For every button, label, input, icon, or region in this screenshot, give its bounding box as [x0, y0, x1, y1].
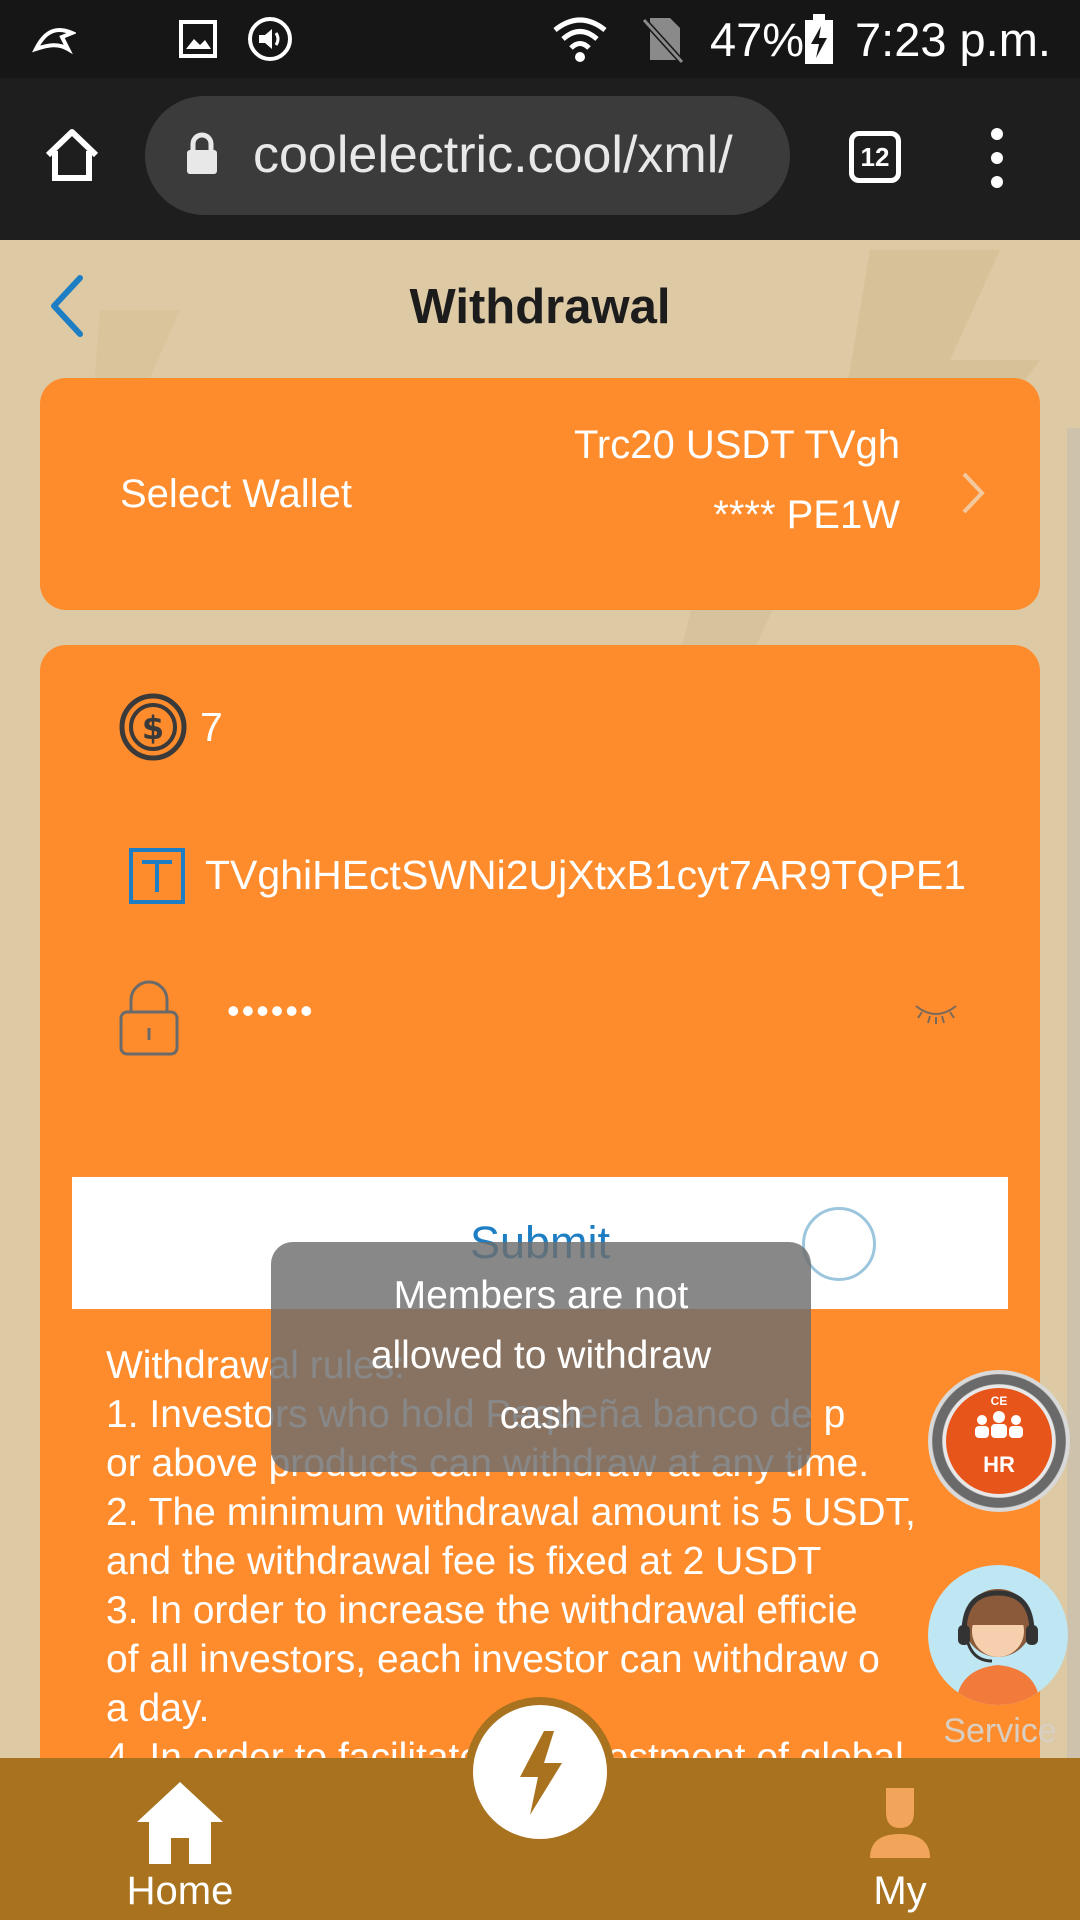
- back-button[interactable]: [40, 270, 100, 340]
- user-icon: [870, 1788, 930, 1858]
- password-input[interactable]: ••••••: [227, 966, 315, 1056]
- address-bar[interactable]: coolelectric.cool/xml/: [145, 96, 790, 215]
- support-agent-icon: [956, 1589, 1040, 1705]
- rules-line: 2. The minimum withdrawal amount is 5 US…: [106, 1491, 916, 1534]
- volume-icon: [247, 0, 293, 78]
- toast-line: cash: [499, 1394, 583, 1437]
- people-group-icon: [975, 1411, 1023, 1438]
- hr-floating-button[interactable]: CE HR: [928, 1370, 1070, 1512]
- home-icon[interactable]: [42, 127, 102, 188]
- loading-spinner: [802, 1207, 876, 1281]
- lock-icon: [185, 132, 219, 181]
- rules-line: and the withdrawal fee is fixed at 2 USD…: [106, 1540, 822, 1583]
- eye-closed-icon[interactable]: [912, 998, 960, 1028]
- nav-my-label: My: [873, 1869, 927, 1913]
- battery-percent: 47%: [710, 12, 805, 66]
- dollar-coin-icon: $: [119, 693, 187, 761]
- selected-wallet: Trc20 USDT TVgh **** PE1W: [574, 410, 900, 550]
- svg-text:$: $: [142, 709, 164, 747]
- wallet-address-input[interactable]: TVghiHEctSWNi2UjXtxB1cyt7AR9TQPE1: [205, 830, 966, 920]
- lightning-icon: [520, 1731, 562, 1815]
- toast-line: Members are not: [393, 1274, 689, 1317]
- wallet-masked-address: **** PE1W: [713, 493, 900, 537]
- rules-line: of all investors, each investor can with…: [106, 1638, 880, 1681]
- url-text: coolelectric.cool/xml/: [253, 126, 733, 184]
- customer-service-button[interactable]: [928, 1565, 1068, 1705]
- battery-charging-icon: [803, 0, 835, 78]
- hr-icon: CE HR: [946, 1388, 1052, 1494]
- no-sim-icon: [640, 0, 684, 78]
- app-notification-icon: [32, 0, 76, 78]
- wallet-name: Trc20 USDT TVgh: [573, 423, 900, 467]
- page-header: Withdrawal: [0, 240, 1080, 375]
- nav-my[interactable]: My: [820, 1758, 980, 1920]
- withdrawal-page: Withdrawal Select Wallet Trc20 USDT TVgh…: [0, 240, 1080, 1920]
- page-title: Withdrawal: [409, 280, 671, 334]
- wifi-icon: [553, 0, 607, 78]
- address-field[interactable]: TVghiHEctSWNi2UjXtxB1cyt7AR9TQPE1: [40, 830, 1040, 920]
- fab-inner: [473, 1705, 607, 1839]
- status-bar: 47% 7:23 p.m.: [0, 0, 1080, 78]
- select-wallet-label: Select Wallet: [120, 472, 352, 516]
- chevron-left-icon: [51, 275, 83, 337]
- amount-input[interactable]: 7: [200, 682, 223, 772]
- nav-home[interactable]: Home: [100, 1758, 260, 1920]
- hr-brand: CE: [990, 1394, 1008, 1408]
- clock-time: 7:23 p.m.: [855, 12, 1051, 66]
- browser-menu-icon[interactable]: [985, 128, 1009, 188]
- amount-field[interactable]: $ 7: [40, 682, 1040, 772]
- tab-switcher-button[interactable]: 12: [849, 131, 901, 183]
- chevron-right-icon: [962, 472, 985, 514]
- tron-t-icon: [129, 848, 185, 904]
- toast-message: Members are not allowed to withdraw cash: [271, 1242, 811, 1472]
- nav-home-label: Home: [126, 1869, 234, 1913]
- scrollbar[interactable]: [1067, 428, 1080, 1758]
- select-wallet-row[interactable]: Select Wallet Trc20 USDT TVgh **** PE1W: [40, 378, 1040, 610]
- home-icon: [137, 1782, 223, 1864]
- hr-label: HR: [983, 1452, 1015, 1477]
- service-label[interactable]: Service: [930, 1712, 1070, 1751]
- password-field[interactable]: ••••••: [40, 978, 1040, 1078]
- rules-line: 3. In order to increase the withdrawal e…: [106, 1589, 858, 1632]
- toast-line: allowed to withdraw: [370, 1334, 712, 1377]
- center-lightning-button[interactable]: [465, 1697, 615, 1847]
- image-icon: [178, 0, 218, 78]
- lock-icon: [119, 980, 179, 1056]
- browser-toolbar: coolelectric.cool/xml/ 12: [0, 78, 1080, 240]
